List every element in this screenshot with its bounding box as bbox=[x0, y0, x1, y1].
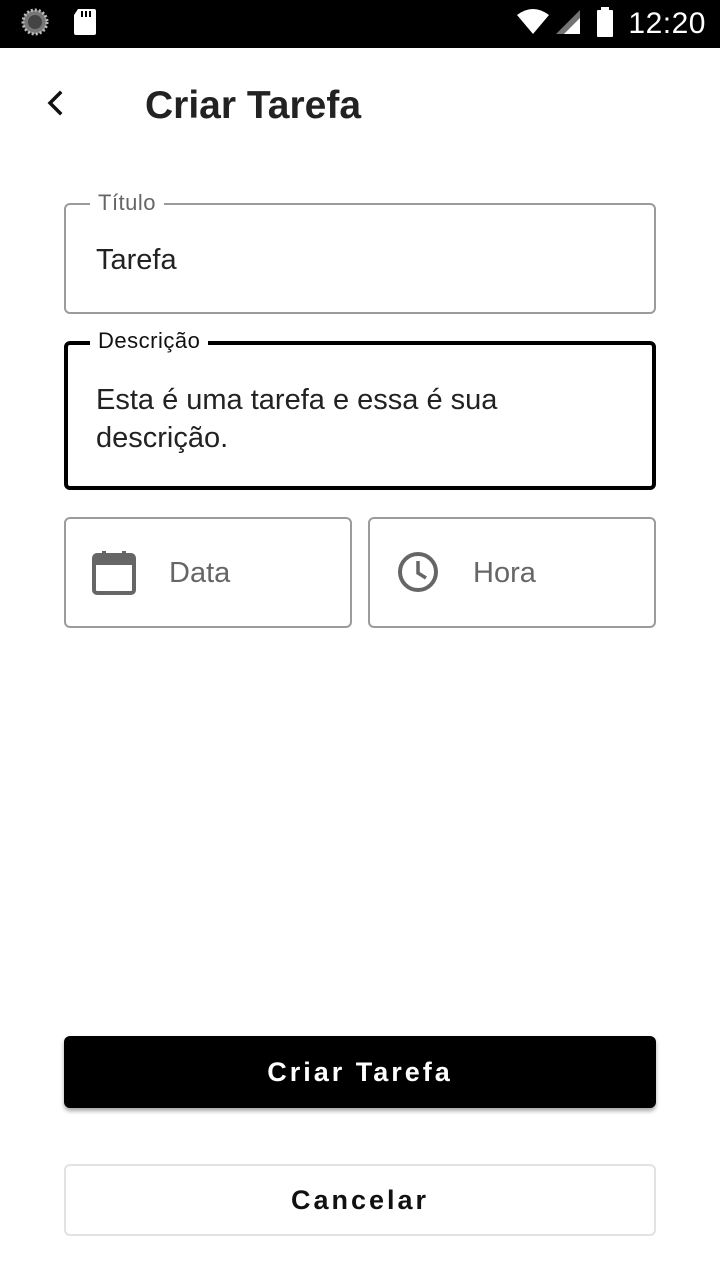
create-task-button[interactable]: Criar Tarefa bbox=[64, 1036, 656, 1108]
page-title: Criar Tarefa bbox=[145, 84, 362, 127]
battery-icon bbox=[596, 6, 614, 42]
calendar-icon bbox=[91, 549, 137, 595]
status-bar: 12:20 bbox=[0, 0, 720, 48]
date-picker[interactable]: Data bbox=[64, 517, 352, 628]
title-field-label: Título bbox=[90, 189, 165, 217]
time-placeholder: Hora bbox=[473, 557, 536, 589]
cancel-button[interactable]: Cancelar bbox=[64, 1164, 656, 1236]
clock-icon bbox=[395, 549, 441, 595]
sync-icon bbox=[20, 7, 50, 42]
chevron-left-icon bbox=[44, 89, 66, 122]
description-field[interactable]: Descrição Esta é uma tarefa e essa é sua… bbox=[64, 327, 656, 490]
status-time: 12:20 bbox=[628, 7, 706, 40]
date-placeholder: Data bbox=[169, 557, 231, 589]
description-field-label: Descrição bbox=[90, 327, 209, 355]
status-left bbox=[20, 7, 98, 42]
wifi-icon bbox=[516, 8, 550, 41]
time-picker[interactable]: Hora bbox=[368, 517, 656, 628]
title-field-value[interactable]: Tarefa bbox=[96, 241, 630, 279]
back-button[interactable] bbox=[30, 82, 80, 128]
description-field-value[interactable]: Esta é uma tarefa e essa é sua descrição… bbox=[96, 381, 628, 457]
sd-card-icon bbox=[72, 7, 98, 42]
signal-icon bbox=[554, 8, 582, 41]
title-field[interactable]: Título Tarefa bbox=[64, 189, 656, 314]
status-right: 12:20 bbox=[502, 6, 706, 42]
